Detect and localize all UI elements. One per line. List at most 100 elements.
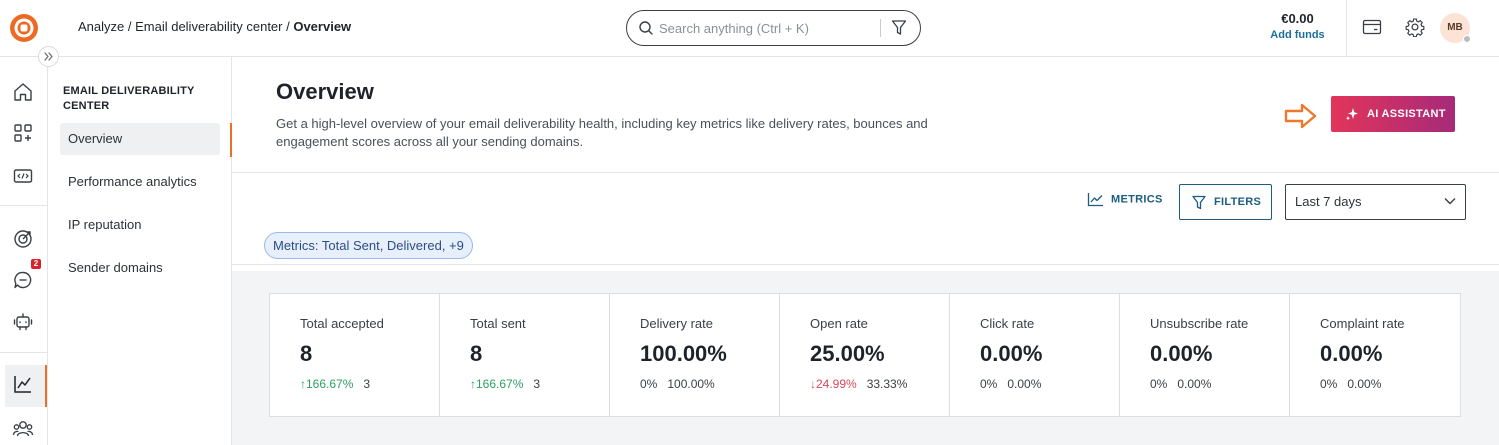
kpi-label: Click rate: [980, 316, 1035, 331]
nav-item-overview[interactable]: Overview: [60, 123, 220, 155]
kpi-change: 0%: [1320, 377, 1338, 391]
kpi-change: ↓24.99%: [810, 377, 857, 391]
page-header: Overview Get a high-level overview of yo…: [232, 57, 1499, 173]
metrics-filter-chip[interactable]: Metrics: Total Sent, Delivered, +9: [264, 232, 473, 259]
app-logo-icon[interactable]: [9, 13, 39, 43]
filter-icon: [1192, 195, 1206, 210]
section-nav-heading: EMAIL DELIVERABILITY CENTER: [63, 85, 195, 112]
search-divider: [880, 19, 881, 37]
global-search: [626, 10, 921, 46]
kpi-meta: 0% 100.00%: [640, 377, 779, 391]
kpi-value: 25.00%: [810, 341, 885, 366]
avatar-initials: MB: [1447, 22, 1463, 33]
top-bar: Analyze / Email deliverability center / …: [0, 0, 1499, 57]
user-avatar[interactable]: MB: [1440, 13, 1471, 43]
filters-button[interactable]: FILTERS: [1179, 184, 1272, 220]
kpi-change: 0%: [1150, 377, 1168, 391]
rail-divider: [0, 352, 47, 353]
kpi-meta: ↑166.67% 3: [470, 377, 609, 391]
target-icon[interactable]: [12, 228, 34, 250]
kpi-label: Open rate: [810, 316, 868, 331]
kpi-previous: 0.00%: [1177, 377, 1212, 391]
page-title: Overview: [276, 79, 374, 104]
kpi-meta: ↑166.67% 3: [300, 377, 439, 391]
topbar-divider: [1346, 0, 1347, 57]
metrics-button[interactable]: METRICS: [1087, 192, 1163, 212]
breadcrumb-analyze[interactable]: Analyze: [78, 19, 124, 34]
chat-icon[interactable]: [12, 269, 34, 291]
kpi-card-total-accepted[interactable]: Total accepted 8 ↑166.67% 3: [270, 294, 440, 416]
ai-assistant-button[interactable]: AI ASSISTANT: [1331, 96, 1455, 132]
filter-icon[interactable]: [891, 19, 907, 37]
kpi-change: 0%: [640, 377, 658, 391]
funds-widget: €0.00 Add funds: [1250, 11, 1345, 41]
billing-card-icon[interactable]: [1362, 18, 1382, 36]
kpi-previous: 33.33%: [866, 377, 908, 391]
bot-icon[interactable]: [12, 310, 34, 332]
arrow-right-icon: [1284, 103, 1317, 129]
sparkle-icon: [1346, 108, 1358, 121]
kpi-label: Total accepted: [300, 316, 384, 331]
kpi-meta: ↓24.99% 33.33%: [810, 377, 949, 391]
page-description: Get a high-level overview of your email …: [276, 116, 928, 149]
gear-icon[interactable]: [1405, 17, 1425, 37]
metrics-label: METRICS: [1111, 193, 1163, 206]
nav-item-label: IP reputation: [68, 217, 142, 232]
breadcrumb-current: Overview: [293, 19, 352, 34]
kpi-previous: 3: [363, 377, 371, 391]
kpi-label: Complaint rate: [1320, 316, 1405, 331]
breadcrumb-email-deliverability-center[interactable]: Email deliverability center: [135, 19, 282, 34]
kpi-change: ↑166.67%: [470, 377, 524, 391]
kpi-label: Unsubscribe rate: [1150, 316, 1249, 331]
main-content: Overview Get a high-level overview of yo…: [232, 57, 1499, 445]
breadcrumb-separator: /: [282, 19, 294, 34]
search-icon: [639, 21, 653, 35]
notification-badge: 2: [31, 259, 41, 269]
status-dot: [1463, 35, 1471, 43]
search-input[interactable]: [659, 11, 879, 45]
add-funds-link[interactable]: Add funds: [1250, 29, 1345, 41]
expand-sidebar-button[interactable]: [38, 46, 59, 67]
ai-assistant-label: AI ASSISTANT: [1367, 108, 1446, 120]
team-icon[interactable]: [12, 417, 34, 439]
rail-divider: [0, 205, 47, 206]
chevron-down-icon: [1444, 198, 1456, 205]
home-icon[interactable]: [12, 81, 34, 103]
kpi-card-delivery-rate[interactable]: Delivery rate 100.00% 0% 100.00%: [610, 294, 780, 416]
chart-line-icon: [1087, 193, 1103, 207]
breadcrumb-separator: /: [124, 19, 136, 34]
section-nav: EMAIL DELIVERABILITY CENTER Overview Per…: [47, 57, 232, 445]
kpi-previous: 0.00%: [1007, 377, 1042, 391]
nav-item-sender-domains[interactable]: Sender domains: [60, 252, 220, 284]
line-chart-icon[interactable]: [12, 373, 34, 395]
kpi-change: 0%: [980, 377, 998, 391]
kpi-card-complaint-rate[interactable]: Complaint rate 0.00% 0% 0.00%: [1290, 294, 1460, 416]
kpi-meta: 0% 0.00%: [1320, 377, 1460, 391]
nav-item-label: Performance analytics: [68, 174, 197, 189]
kpi-card-open-rate[interactable]: Open rate 25.00% ↓24.99% 33.33%: [780, 294, 950, 416]
kpi-change: ↑166.67%: [300, 377, 354, 391]
breadcrumb: Analyze / Email deliverability center / …: [78, 19, 351, 34]
double-chevron-right-icon: [44, 52, 53, 61]
metrics-area: Total accepted 8 ↑166.67% 3 Total sent 8 …: [232, 271, 1499, 445]
kpi-label: Delivery rate: [640, 316, 713, 331]
nav-item-label: Sender domains: [68, 260, 163, 275]
developer-code-icon[interactable]: [12, 165, 34, 187]
kpi-previous: 3: [533, 377, 541, 391]
kpi-value: 0.00%: [980, 341, 1043, 366]
toolbar: METRICS FILTERS Last 7 days Metrics: Tot…: [232, 173, 1499, 265]
apps-add-icon[interactable]: [12, 122, 34, 144]
date-range-value: Last 7 days: [1295, 194, 1362, 209]
kpi-meta: 0% 0.00%: [980, 377, 1119, 391]
nav-item-ip-reputation[interactable]: IP reputation: [60, 209, 220, 241]
nav-item-performance-analytics[interactable]: Performance analytics: [60, 166, 220, 198]
kpi-card-total-sent[interactable]: Total sent 8 ↑166.67% 3: [440, 294, 610, 416]
kpi-previous: 100.00%: [667, 377, 715, 391]
kpi-cards: Total accepted 8 ↑166.67% 3 Total sent 8 …: [269, 293, 1461, 417]
kpi-value: 8: [300, 341, 313, 366]
kpi-card-unsubscribe-rate[interactable]: Unsubscribe rate 0.00% 0% 0.00%: [1120, 294, 1290, 416]
kpi-label: Total sent: [470, 316, 526, 331]
balance-amount: €0.00: [1281, 11, 1314, 26]
date-range-select[interactable]: Last 7 days: [1285, 184, 1466, 220]
kpi-card-click-rate[interactable]: Click rate 0.00% 0% 0.00%: [950, 294, 1120, 416]
